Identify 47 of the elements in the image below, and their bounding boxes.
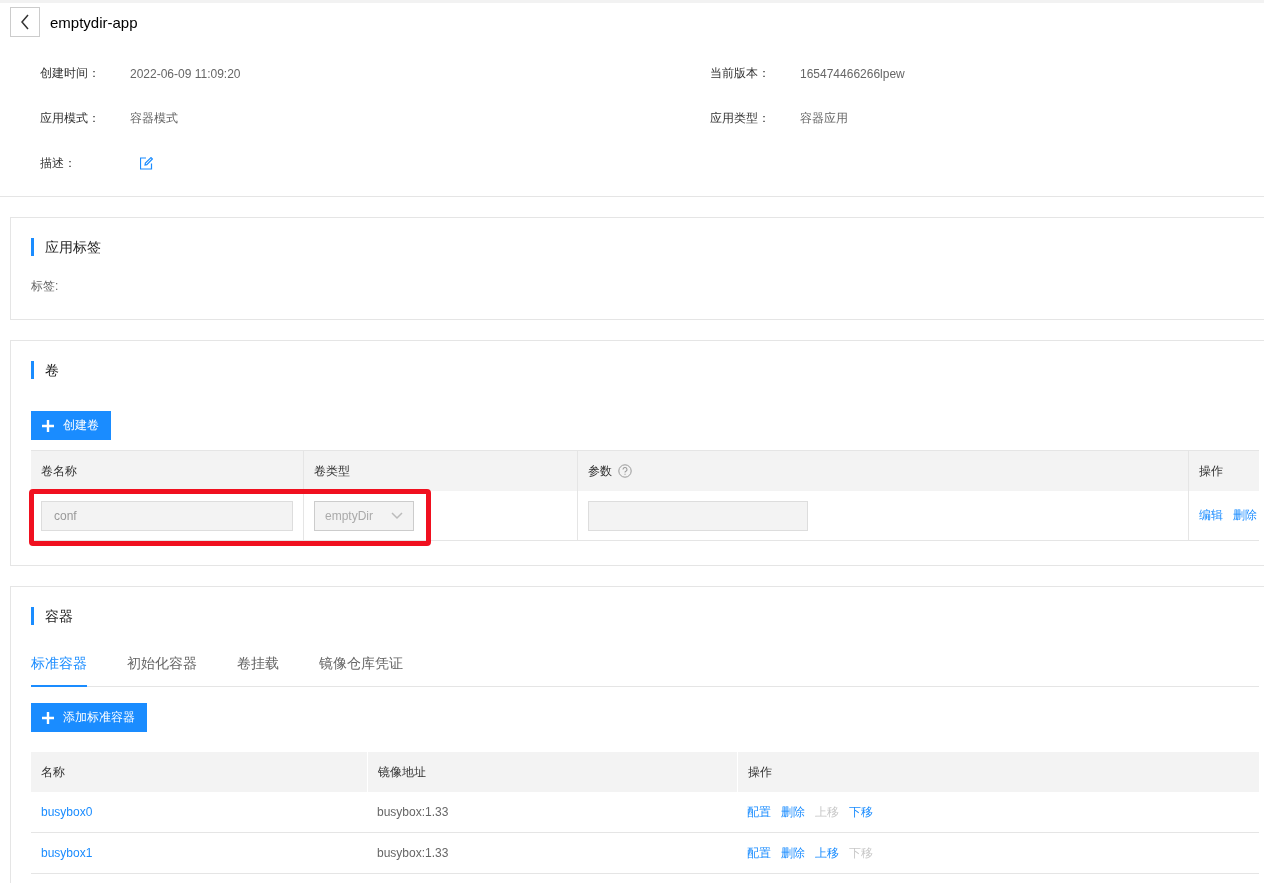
info-label: 应用类型： — [710, 110, 771, 127]
plus-icon — [41, 710, 55, 725]
section-title: 应用标签 — [31, 238, 1259, 256]
section-title: 卷 — [31, 361, 1259, 379]
tab[interactable]: 镜像仓库凭证 — [319, 655, 403, 687]
tab[interactable]: 标准容器 — [31, 655, 87, 687]
container-name-link[interactable]: busybox1 — [41, 846, 93, 860]
container-name-link[interactable]: busybox0 — [41, 805, 93, 819]
action-link[interactable]: 上移 — [815, 844, 839, 862]
column-header: 卷名称 — [31, 451, 303, 491]
back-button[interactable] — [10, 7, 40, 37]
app-title: emptydir-app — [50, 13, 138, 31]
help-icon[interactable] — [618, 464, 632, 478]
section-title: 容器 — [31, 607, 1259, 625]
volume-type-select[interactable]: emptyDir — [314, 500, 414, 531]
column-header: 镜像地址 — [367, 752, 737, 792]
action-link[interactable]: 配置 — [747, 844, 771, 862]
column-header: 操作 — [1188, 451, 1259, 491]
add-container-button[interactable]: 添加标准容器 — [31, 703, 147, 732]
info-label: 当前版本： — [710, 65, 771, 82]
info-value: 容器模式 — [130, 110, 178, 127]
action-link[interactable]: 删除 — [781, 844, 805, 862]
action-link[interactable]: 删除 — [1233, 507, 1257, 524]
info-value: 2022-06-09 11:09:20 — [130, 66, 241, 81]
info-label: 应用模式： — [40, 110, 101, 127]
info-value: 165474466266lpew — [800, 66, 905, 81]
tags-label: 标签: — [31, 278, 60, 295]
action-link[interactable]: 配置 — [747, 803, 771, 821]
info-label: 描述： — [40, 155, 77, 172]
create-volume-button[interactable]: 创建卷 — [31, 411, 111, 440]
column-header: 卷类型 — [303, 451, 577, 491]
action-link[interactable]: 下移 — [849, 803, 873, 821]
table-cell: busybox:1.33 — [377, 805, 449, 819]
plus-icon — [41, 418, 55, 433]
table-cell: busybox:1.33 — [377, 846, 449, 860]
chevron-down-icon — [391, 511, 403, 520]
action-link[interactable]: 删除 — [781, 803, 805, 821]
info-value: 容器应用 — [800, 110, 848, 127]
column-header: 名称 — [31, 752, 367, 792]
tab[interactable]: 初始化容器 — [127, 655, 197, 687]
column-header: 参数 — [577, 451, 1188, 491]
back-icon — [20, 14, 30, 30]
info-label: 创建时间： — [40, 65, 101, 82]
column-header: 操作 — [737, 752, 1259, 792]
edit-icon[interactable] — [140, 157, 153, 170]
tab[interactable]: 卷挂载 — [237, 655, 279, 687]
action-link[interactable]: 编辑 — [1199, 507, 1223, 524]
